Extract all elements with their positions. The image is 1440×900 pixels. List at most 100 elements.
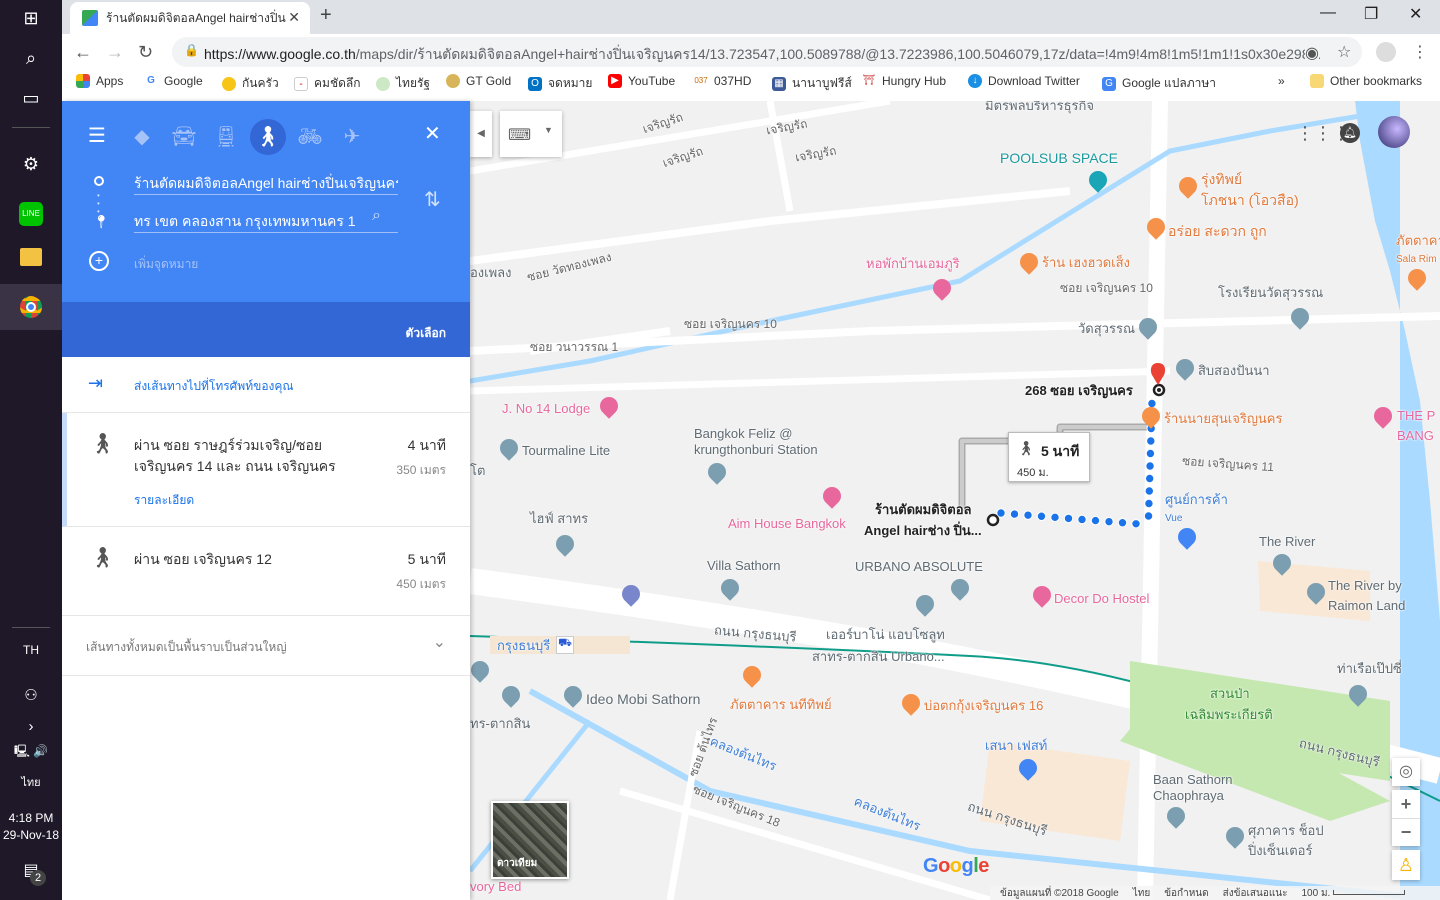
map-label[interactable]: THE P [1397, 408, 1435, 424]
bookmark-star-icon[interactable]: ☆ [1337, 42, 1352, 62]
other-bookmarks[interactable]: Other bookmarks [1310, 74, 1422, 88]
route-details-link[interactable]: รายละเอียด [134, 491, 194, 510]
send-to-phone-row[interactable]: ⇥ ส่งเส้นทางไปที่โทรศัพท์ของคุณ [62, 357, 470, 413]
destination-input[interactable]: ทร เขต คลองสาน กรุงเทพมหานคร 1 [134, 207, 398, 233]
map-label[interactable]: เสนา เฟสท์ [985, 738, 1047, 754]
map-label[interactable]: Ideo Mobi Sathorn [586, 691, 700, 707]
map-label[interactable]: ภัตตาคาร นทีทิพย์ [730, 697, 832, 713]
elevation-note-row[interactable]: เส้นทางทั้งหมดเป็นพื้นราบเป็นส่วนใหญ่ ⌄ [62, 616, 470, 676]
zoom-in-button[interactable]: + [1392, 790, 1420, 818]
map-label[interactable]: โภชนา (โอวสือ) [1201, 192, 1299, 208]
map-label[interactable]: อร่อย สะดวก ถูก [1168, 223, 1267, 239]
back-button[interactable]: ← [74, 42, 92, 63]
language-indicator[interactable]: TH [0, 643, 62, 657]
bts-station-label[interactable]: กรุงธนบุรี [497, 638, 550, 654]
clock-time[interactable]: 4:18 PM [0, 811, 62, 825]
map-label[interactable]: หอพักบ้านเอมภูริ [866, 256, 960, 272]
mode-car-icon[interactable]: 🚘︎ [166, 119, 202, 155]
language-link[interactable]: ไทย [1133, 886, 1150, 900]
bookmark-037hd[interactable]: 037 037HD [694, 74, 751, 88]
origin-label[interactable]: ร้านตัดผมดิจิตอล [875, 502, 972, 518]
clock-date[interactable]: 29-Nov-18 [0, 828, 62, 842]
bookmark-movie[interactable]: ▦ นานาบูฟรีส์ [772, 74, 852, 93]
bookmarks-overflow[interactable]: » [1278, 74, 1285, 88]
close-window-button[interactable]: ✕ [1409, 4, 1422, 24]
bookmark-google[interactable]: G Google [144, 74, 203, 88]
notifications-bell-icon[interactable]: 🔔︎ [1340, 123, 1360, 143]
search-icon[interactable]: ⌕ [0, 48, 62, 69]
task-view-icon[interactable]: ▭ [0, 88, 62, 109]
map-label[interactable]: วัดสุวรรณ [1078, 321, 1135, 337]
map-label[interactable]: krungthonburi Station [694, 442, 818, 458]
profile-avatar[interactable] [1376, 42, 1396, 62]
map-label[interactable]: The River [1259, 534, 1315, 550]
map-label[interactable]: Sala Rim [1396, 252, 1437, 268]
close-directions-icon[interactable]: ✕ [424, 121, 441, 146]
send-to-phone-link[interactable]: ส่งเส้นทางไปที่โทรศัพท์ของคุณ [134, 377, 294, 396]
origin-input[interactable]: ร้านตัดผมดิจิตอลAngel hairช่างปิ่นเจริญน… [134, 169, 398, 195]
map-label[interactable]: J. No 14 Lodge [502, 401, 590, 417]
origin-label[interactable]: Angel hairช่าง ปิ่น... [864, 523, 982, 539]
bookmark-apps[interactable]: Apps [76, 74, 123, 88]
map-label[interactable]: ปิ่งเซ็นเตอร์ [1248, 843, 1312, 859]
options-button[interactable]: ตัวเลือก [406, 324, 446, 343]
mode-bicycle-icon[interactable]: 🚲︎ [292, 119, 328, 155]
user-avatar[interactable] [1378, 116, 1410, 148]
map-label[interactable]: URBANO ABSOLUTE [855, 559, 983, 575]
bookmark-1[interactable]: กันครัว [222, 74, 279, 93]
map-label[interactable]: ท่าเรือเป๊ปซี่ [1337, 661, 1402, 677]
map-label[interactable]: Decor Do Hostel [1054, 591, 1149, 607]
bookmark-google-translate[interactable]: G Google แปลภาษา [1102, 74, 1216, 93]
map-label[interactable]: Aim House Bangkok [728, 516, 846, 532]
address-bar[interactable]: 🔒 https://www.google.co.th/maps/dir/ร้าน… [172, 37, 1362, 67]
map-label[interactable]: สิบสองปันนา [1198, 363, 1270, 379]
zoom-out-button[interactable]: − [1392, 818, 1420, 846]
feedback-link[interactable]: ส่งข้อเสนอแนะ [1223, 886, 1288, 900]
map-canvas[interactable]: 🚶︎ 5 นาที 450 ม. มิตรพลบริหารธุรกิจ POOL… [470, 101, 1440, 900]
map-label[interactable]: Villa Sathorn [707, 558, 780, 574]
file-explorer-icon[interactable] [0, 248, 62, 271]
bookmark-2[interactable]: - คมชัดลึก [294, 74, 361, 93]
bookmark-download-twitter[interactable]: ↓ Download Twitter [968, 74, 1080, 88]
map-label[interactable]: Bangkok Feliz @ [694, 426, 792, 442]
map-label[interactable]: เฉลิมพระเกียรติ [1185, 707, 1273, 723]
map-label[interactable]: สวนป่า [1210, 686, 1250, 702]
menu-hamburger-icon[interactable]: ☰ [88, 123, 106, 148]
minimize-button[interactable]: — [1320, 4, 1336, 22]
map-label[interactable]: ทร-ตากสิน [470, 716, 530, 732]
map-label[interactable]: ร้าน เฮงฮวดเส็ง [1042, 255, 1130, 271]
map-label[interactable]: Raimon Land [1328, 598, 1405, 614]
mode-walking-icon[interactable]: 🚶︎ [250, 119, 286, 155]
new-tab-button[interactable]: + [320, 4, 332, 27]
satellite-toggle[interactable]: ดาวเทียม [491, 801, 569, 879]
route-time-callout[interactable]: 🚶︎ 5 นาที 450 ม. [1008, 432, 1090, 482]
mode-transit-icon[interactable]: 🚆︎ [208, 119, 244, 155]
people-icon[interactable]: ⚇ [0, 686, 62, 704]
chevron-right-icon[interactable]: › [0, 718, 62, 735]
map-label[interactable]: มิตรพลบริหารธุรกิจ [985, 101, 1094, 114]
map-label[interactable]: BANG [1397, 428, 1434, 444]
settings-gear-icon[interactable]: ⚙ [0, 154, 62, 175]
close-tab-icon[interactable]: ✕ [288, 9, 300, 26]
map-label[interactable]: vory Bed [470, 879, 521, 895]
map-label[interactable]: Vue [1165, 511, 1182, 527]
bookmark-hungry-hub[interactable]: ⛩ Hungry Hub [862, 74, 946, 88]
line-app-icon[interactable]: LINE [0, 200, 62, 226]
forward-button[interactable]: → [106, 42, 124, 63]
map-label[interactable]: ร้านนายสุนเจริญนคร [1164, 411, 1282, 427]
map-label[interactable]: Baan Sathorn [1153, 772, 1233, 788]
street-view-pegman-icon[interactable]: ♙ [1392, 850, 1420, 880]
add-destination-icon[interactable]: + [89, 251, 109, 271]
network-volume-icon[interactable]: 🖳 🔊 [0, 742, 62, 763]
location-icon[interactable]: ◉ [1305, 43, 1319, 63]
destination-label[interactable]: 268 ซอย เจริญนคร [1025, 383, 1133, 399]
map-label[interactable]: โรงเรียนวัดสุวรรณ [1218, 285, 1323, 301]
map-label[interactable]: The River by [1328, 578, 1402, 594]
map-label[interactable]: รุ่งทิพย์ [1201, 171, 1242, 187]
map-label[interactable]: Chaophraya [1153, 788, 1224, 804]
menu-kebab-icon[interactable]: ⋮ [1412, 42, 1428, 62]
mode-best-icon[interactable]: ◆ [124, 119, 160, 155]
map-label[interactable]: ภัตตาคาร [1396, 233, 1440, 249]
bookmark-youtube[interactable]: ▶ YouTube [608, 74, 675, 88]
bookmark-outlook[interactable]: O จดหมาย [528, 74, 592, 93]
